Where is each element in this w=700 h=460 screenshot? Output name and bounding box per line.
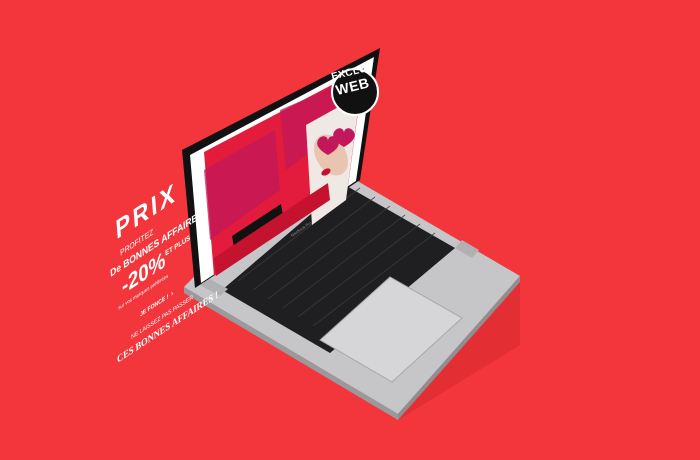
cta-arrow-icon[interactable]: › [171, 290, 174, 299]
